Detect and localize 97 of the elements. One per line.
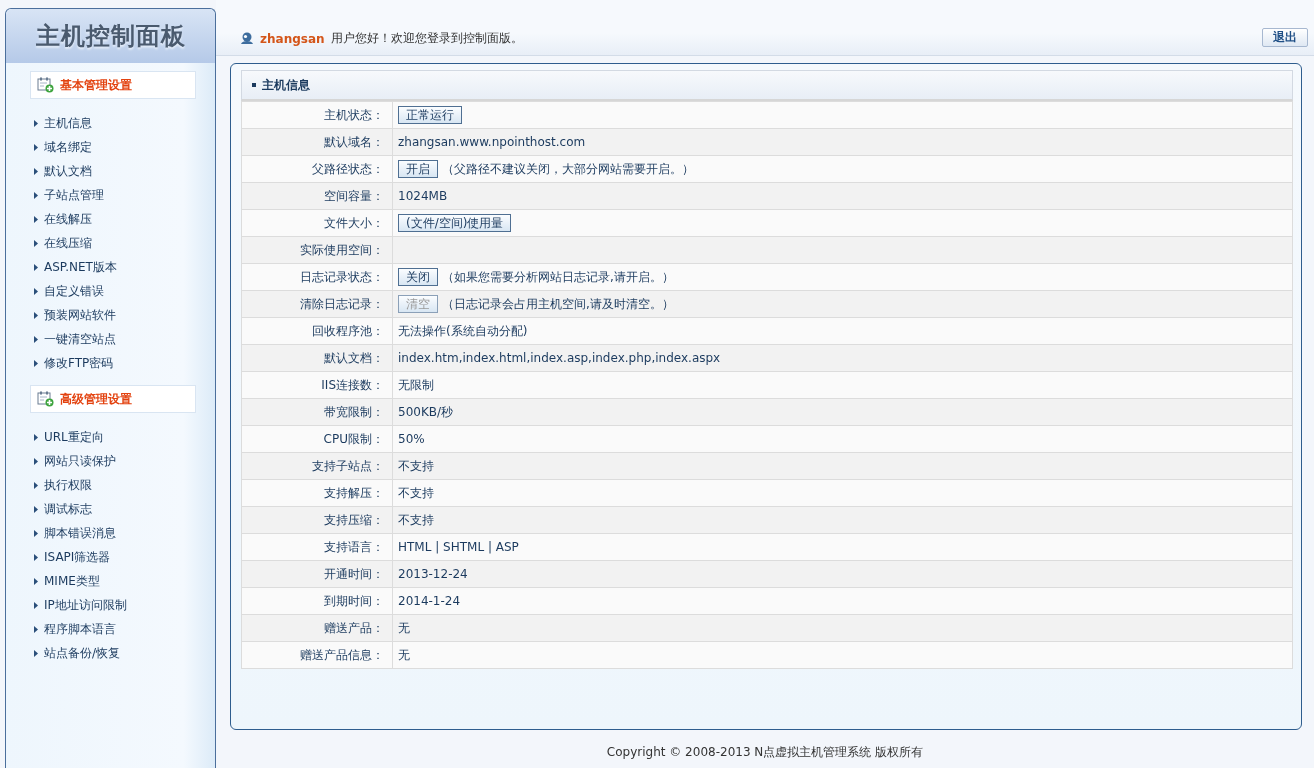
field-value: 2014-1-24 [392, 587, 1293, 615]
sidebar-link[interactable]: 预装网站软件 [44, 306, 116, 324]
sidebar-link[interactable]: 主机信息 [44, 114, 92, 132]
sidebar-link[interactable]: 程序脚本语言 [44, 620, 116, 638]
hint-text: （日志记录会占用主机空间,请及时清空。） [442, 295, 674, 313]
sidebar-link[interactable]: 域名绑定 [44, 138, 92, 156]
bullet-icon [34, 263, 38, 271]
section-title: 基本管理设置 [60, 76, 132, 94]
bullet-icon [34, 481, 38, 489]
bullet-icon [34, 119, 38, 127]
sidebar-link[interactable]: 执行权限 [44, 476, 92, 494]
sidebar-link[interactable]: ISAPI筛选器 [44, 548, 111, 566]
bullet-icon [34, 529, 38, 537]
field-label: 回收程序池： [241, 317, 393, 345]
sidebar-link[interactable]: 子站点管理 [44, 186, 104, 204]
hint-text: （如果您需要分析网站日志记录,请开启。） [442, 268, 674, 286]
field-value: 2013-12-24 [392, 560, 1293, 588]
field-label: 到期时间： [241, 587, 393, 615]
calendar-add-icon [37, 77, 54, 93]
action-button[interactable]: 关闭 [398, 268, 438, 286]
bullet-icon [34, 143, 38, 151]
calendar-add-icon [37, 391, 54, 407]
field-label: 文件大小： [241, 209, 393, 237]
field-value: index.htm,index.html,index.asp,index.php,index.aspx [392, 344, 1293, 372]
field-value: zhangsan.www.npointhost.com [392, 128, 1293, 156]
field-label: CPU限制： [241, 425, 393, 453]
field-value: 无限制 [392, 371, 1293, 399]
field-label: 开通时间： [241, 560, 393, 588]
sidebar-link[interactable]: IP地址访问限制 [44, 596, 127, 614]
sidebar-link[interactable]: 修改FTP密码 [44, 354, 114, 372]
bullet-icon [34, 311, 38, 319]
bullet-icon [34, 287, 38, 295]
field-label: 默认域名： [241, 128, 393, 156]
field-label: 支持压缩： [241, 506, 393, 534]
panel-title: 主机信息 [262, 76, 310, 94]
bullet-icon [34, 577, 38, 585]
sidebar-link[interactable]: 默认文档 [44, 162, 92, 180]
logout-button[interactable]: 退出 [1262, 28, 1308, 47]
field-value: 无 [392, 641, 1293, 669]
field-value: 500KB/秒 [392, 398, 1293, 426]
field-value: 不支持 [392, 506, 1293, 534]
bullet-icon [34, 167, 38, 175]
action-button[interactable]: 正常运行 [398, 106, 462, 124]
field-label: 支持语言： [241, 533, 393, 561]
sidebar-link[interactable]: 在线解压 [44, 210, 92, 228]
sidebar-link[interactable]: 网站只读保护 [44, 452, 116, 470]
sidebar-link[interactable]: 自定义错误 [44, 282, 104, 300]
field-value: 不支持 [392, 479, 1293, 507]
bullet-icon [34, 191, 38, 199]
field-label: IIS连接数： [241, 371, 393, 399]
field-label: 实际使用空间： [241, 236, 393, 264]
field-label: 清除日志记录： [241, 290, 393, 318]
field-label: 父路径状态： [241, 155, 393, 183]
field-label: 空间容量： [241, 182, 393, 210]
sidebar-link[interactable]: 在线压缩 [44, 234, 92, 252]
bullet-icon [34, 239, 38, 247]
field-label: 赠送产品： [241, 614, 393, 642]
username: zhangsan [260, 31, 325, 46]
sidebar-link[interactable]: 脚本错误消息 [44, 524, 116, 542]
bullet-icon [34, 359, 38, 367]
field-label: 日志记录状态： [241, 263, 393, 291]
field-label: 主机状态： [241, 101, 393, 129]
bullet-icon [34, 433, 38, 441]
sidebar-link[interactable]: 调试标志 [44, 500, 92, 518]
copyright-text: Copyright © 2008-2013 N点虚拟主机管理系统 版权所有 [605, 744, 925, 761]
bullet-icon [34, 601, 38, 609]
field-label: 默认文档： [241, 344, 393, 372]
action-button[interactable]: 开启 [398, 160, 438, 178]
field-label: 支持解压： [241, 479, 393, 507]
welcome-message: 用户您好！欢迎您登录到控制面版。 [330, 30, 523, 47]
field-value: 无法操作(系统自动分配) [392, 317, 1293, 345]
bullet-icon [34, 215, 38, 223]
square-bullet-icon [252, 83, 256, 87]
field-label: 带宽限制： [241, 398, 393, 426]
sidebar-link[interactable]: MIME类型 [44, 572, 100, 590]
bullet-icon [34, 649, 38, 657]
sidebar-link[interactable]: URL重定向 [44, 428, 104, 446]
bullet-icon [34, 335, 38, 343]
logo-title: 主机控制面板 [35, 21, 186, 52]
field-value: 1024MB [392, 182, 1293, 210]
action-button[interactable]: (文件/空间)使用量 [398, 214, 512, 232]
sidebar-link[interactable]: ASP.NET版本 [44, 258, 117, 276]
bullet-icon [34, 505, 38, 513]
user-icon [240, 32, 254, 45]
section-title: 高级管理设置 [60, 390, 132, 408]
field-value: 无 [392, 614, 1293, 642]
field-value: HTML | SHTML | ASP [392, 533, 1293, 561]
bullet-icon [34, 457, 38, 465]
field-label: 支持子站点： [241, 452, 393, 480]
bullet-icon [34, 625, 38, 633]
sidebar-link[interactable]: 站点备份/恢复 [44, 644, 121, 662]
field-value: 不支持 [392, 452, 1293, 480]
sidebar-link[interactable]: 一键清空站点 [44, 330, 116, 348]
hint-text: （父路径不建议关闭，大部分网站需要开启。） [442, 160, 694, 178]
field-label: 赠送产品信息： [241, 641, 393, 669]
bullet-icon [34, 553, 38, 561]
field-value: 50% [392, 425, 1293, 453]
